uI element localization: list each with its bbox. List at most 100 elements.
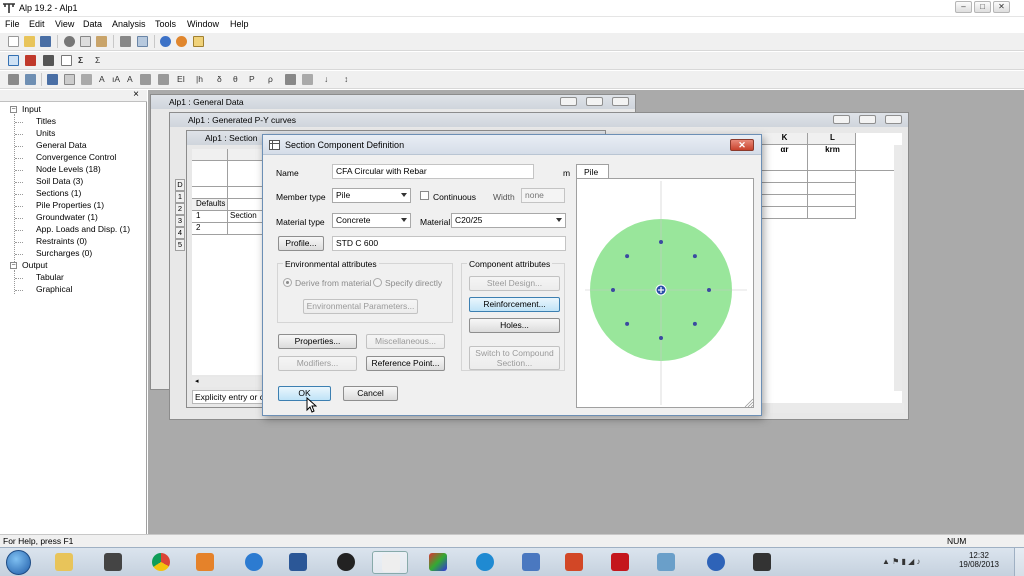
minimize-button[interactable]: – [955,1,972,13]
taskbar-3d[interactable] [420,551,456,574]
sum-alt-icon[interactable]: Σ [95,55,100,65]
win1-close-button[interactable] [612,97,629,106]
row-1-id[interactable]: 1 [192,211,228,223]
table-icon[interactable] [158,74,169,85]
menu-window[interactable]: Window [187,19,219,29]
grid-cell[interactable] [808,171,856,183]
analyse-icon[interactable] [25,55,36,66]
taskbar-ie[interactable] [236,551,272,574]
menu-help[interactable]: Help [230,19,249,29]
win2-minimize-button[interactable] [833,115,850,124]
save-data-icon[interactable] [47,74,58,85]
section-hscrollbar[interactable]: ◂ [192,377,272,387]
taskbar-chrome[interactable] [143,551,179,574]
print-icon[interactable] [120,36,131,47]
show-desktop-button[interactable] [1014,548,1024,576]
grid-cell[interactable] [760,207,808,219]
tree-item[interactable]: Output [22,260,48,270]
vertical-scrollbar[interactable] [894,145,902,391]
taskbar-powerpoint[interactable] [556,551,592,574]
tree-item[interactable]: Titles [36,116,56,126]
grid-cell[interactable] [808,195,856,207]
copy-data-icon[interactable] [64,74,75,85]
material-select[interactable]: C20/25 [451,213,566,228]
select-tool-icon[interactable] [8,55,19,66]
down-arrow-icon[interactable]: ↓ [324,74,328,84]
h-icon[interactable]: |h [196,74,203,84]
taskbar-misc[interactable] [744,551,780,574]
miscellaneous-button[interactable]: Miscellaneous... [366,334,445,349]
member-type-select[interactable]: Pile [332,188,411,203]
menu-tools[interactable]: Tools [155,19,176,29]
ok-button[interactable]: OK [278,386,331,401]
specify-radio[interactable] [373,278,382,287]
taskbar-pdf[interactable] [602,551,638,574]
restore-button[interactable]: □ [974,1,991,13]
menu-view[interactable]: View [55,19,74,29]
profile-button[interactable]: Profile... [278,236,324,251]
taskbar-camera[interactable] [95,551,131,574]
tree-item[interactable]: Units [36,128,55,138]
profile-field[interactable]: STD C 600 [332,236,566,251]
tree-item[interactable]: Pile Properties (1) [36,200,104,210]
horizontal-scrollbar[interactable] [770,403,904,413]
tab-pile[interactable]: Pile [576,164,609,179]
email-icon[interactable] [193,36,204,47]
tree-item[interactable]: Tabular [36,272,64,282]
taskbar-skype[interactable] [467,551,503,574]
continuous-checkbox[interactable] [420,191,429,200]
text-style-icon[interactable]: A [127,74,133,84]
row-2-id[interactable]: 2 [192,223,228,235]
web-icon[interactable] [176,36,187,47]
menu-data[interactable]: Data [83,19,102,29]
tree-item[interactable]: Restraints (0) [36,236,87,246]
cancel-button[interactable]: Cancel [343,386,398,401]
grid-cell[interactable] [760,171,808,183]
menu-edit[interactable]: Edit [29,19,45,29]
taskbar-alp[interactable] [372,551,408,574]
tree-item[interactable]: Graphical [36,284,72,294]
taskbar-photos[interactable] [648,551,684,574]
properties-button[interactable]: Properties... [278,334,357,349]
tree-item[interactable]: General Data [36,140,87,150]
new-file-icon[interactable] [8,36,19,47]
rho-icon[interactable]: ρ [268,74,273,84]
open-folder-icon[interactable] [24,36,35,47]
reinforcement-button[interactable]: Reinforcement... [469,297,560,312]
row-defaults[interactable]: Defaults [192,199,228,211]
tray-icons[interactable]: ▲ ⚑ ▮ ◢ ♪ [882,557,942,568]
env-params-button[interactable]: Environmental Parameters... [303,299,418,314]
dialog-close-button[interactable]: ✕ [730,139,754,151]
grid-cell[interactable] [760,195,808,207]
tools-icon[interactable] [43,55,54,66]
taskbar-app[interactable] [328,551,364,574]
list-icon[interactable] [140,74,151,85]
taskbar-explorer[interactable] [46,551,82,574]
tree-item[interactable]: Soil Data (3) [36,176,83,186]
tree-item[interactable]: Input [22,104,41,114]
taskbar-flower[interactable] [698,551,734,574]
help-icon[interactable] [160,36,171,47]
holes-button[interactable]: Holes... [469,318,560,333]
grid-cell[interactable] [760,183,808,195]
grid-cell[interactable] [808,183,856,195]
close-button[interactable]: ✕ [993,1,1010,13]
tree-item[interactable]: Convergence Control [36,152,116,162]
win1-restore-button[interactable] [586,97,603,106]
name-field[interactable]: CFA Circular with Rebar [332,164,534,179]
ei-icon[interactable]: EI [177,74,185,84]
tool-icon[interactable] [81,74,92,85]
layers-icon[interactable] [302,74,313,85]
clock[interactable]: 12:32 19/08/2013 [955,551,1003,569]
updown-arrow-icon[interactable]: ↕ [344,74,348,84]
scroll-left-icon[interactable]: ◂ [195,377,199,385]
tree-item[interactable]: Node Levels (18) [36,164,101,174]
text-tool-icon[interactable]: A [99,74,105,84]
tree-item[interactable]: App. Loads and Disp. (1) [36,224,130,234]
p-icon[interactable]: P [249,74,255,84]
steel-design-button[interactable]: Steel Design... [469,276,560,291]
taskbar-remote[interactable] [513,551,549,574]
compound-section-button[interactable]: Switch to Compound Section... [469,346,560,370]
menu-file[interactable]: File [5,19,20,29]
tree-expander-icon[interactable]: − [10,262,17,269]
